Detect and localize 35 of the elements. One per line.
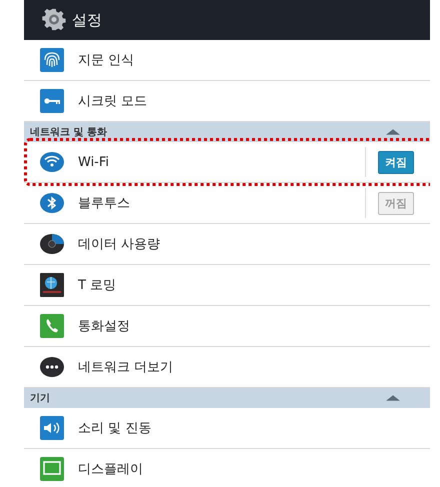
item-label: 네트워크 더보기 xyxy=(78,359,174,376)
settings-item[interactable]: 블루투스 꺼짐 xyxy=(24,183,430,224)
item-label: 블루투스 xyxy=(78,195,131,212)
phone-icon xyxy=(40,314,64,338)
item-label: 데이터 사용량 xyxy=(78,236,162,253)
item-label: 통화설정 xyxy=(78,318,131,335)
item-label: 디스플레이 xyxy=(78,461,144,478)
settings-item[interactable]: 데이터 사용량 xyxy=(24,224,430,265)
fingerprint-icon xyxy=(40,48,64,72)
section-title: 기기 xyxy=(30,392,50,405)
settings-item[interactable]: 통화설정 xyxy=(24,306,430,347)
settings-item[interactable]: 디스플레이 xyxy=(24,449,430,487)
screen-title: 설정 xyxy=(72,10,102,30)
section-header[interactable]: 네트워크 및 통화 xyxy=(24,122,430,142)
item-label: 소리 및 진동 xyxy=(78,420,152,437)
toggle-switch[interactable]: 켜짐 xyxy=(378,150,414,174)
gear-icon xyxy=(42,8,66,32)
settings-item[interactable]: T 로밍 xyxy=(24,265,430,306)
item-label: 지문 인식 xyxy=(78,52,136,69)
data-usage-icon xyxy=(40,232,64,256)
speaker-icon xyxy=(40,416,64,440)
bluetooth-icon xyxy=(40,191,64,215)
section-header[interactable]: 기기 xyxy=(24,388,430,408)
wifi-icon xyxy=(40,150,64,174)
settings-item[interactable]: Wi-Fi 켜짐 xyxy=(24,142,430,183)
display-icon xyxy=(40,457,64,481)
section-title: 네트워크 및 통화 xyxy=(30,126,107,139)
item-label: T 로밍 xyxy=(78,277,118,294)
item-label: 시크릿 모드 xyxy=(78,93,148,110)
settings-item[interactable]: 지문 인식 xyxy=(24,40,430,81)
item-label: Wi-Fi xyxy=(78,154,110,170)
globe-icon xyxy=(40,273,64,297)
key-icon xyxy=(40,89,64,113)
settings-item[interactable]: 소리 및 진동 xyxy=(24,408,430,449)
more-icon xyxy=(40,355,64,379)
